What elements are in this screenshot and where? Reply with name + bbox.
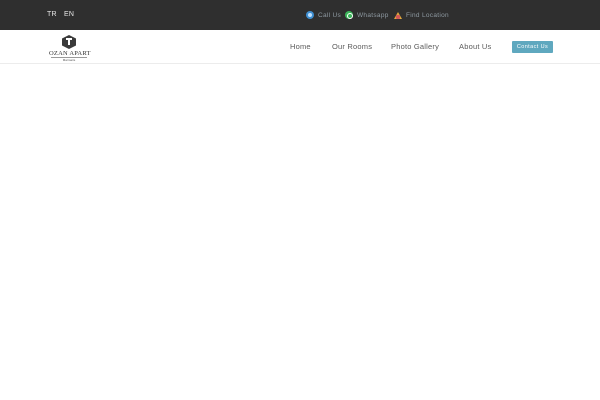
logo-subtitle: Marmaris bbox=[62, 58, 76, 62]
top-bar: TR EN Call Us Whatsapp Find Location bbox=[0, 0, 600, 30]
call-us-label: Call Us bbox=[318, 11, 342, 19]
location-icon bbox=[394, 11, 402, 19]
whatsapp-icon bbox=[345, 11, 353, 19]
nav-home[interactable]: Home bbox=[290, 42, 311, 51]
language-en-link[interactable]: EN bbox=[64, 11, 74, 18]
logo-mark-icon bbox=[62, 35, 76, 49]
site-logo[interactable]: OZAN APART Marmaris bbox=[49, 34, 91, 62]
contact-us-button[interactable]: Contact Us bbox=[512, 41, 553, 53]
nav-about-us[interactable]: About Us bbox=[459, 42, 491, 51]
page-content-area bbox=[0, 65, 600, 400]
whatsapp-link[interactable]: Whatsapp bbox=[345, 9, 389, 21]
call-us-link[interactable]: Call Us bbox=[306, 9, 341, 21]
logo-name: OZAN APART bbox=[49, 50, 91, 57]
phone-icon bbox=[306, 11, 314, 19]
nav-our-rooms[interactable]: Our Rooms bbox=[332, 42, 372, 51]
find-location-label: Find Location bbox=[406, 11, 449, 19]
find-location-link[interactable]: Find Location bbox=[394, 9, 449, 21]
nav-photo-gallery[interactable]: Photo Gallery bbox=[391, 42, 439, 51]
whatsapp-label: Whatsapp bbox=[357, 11, 389, 19]
language-tr-link[interactable]: TR bbox=[47, 11, 57, 18]
